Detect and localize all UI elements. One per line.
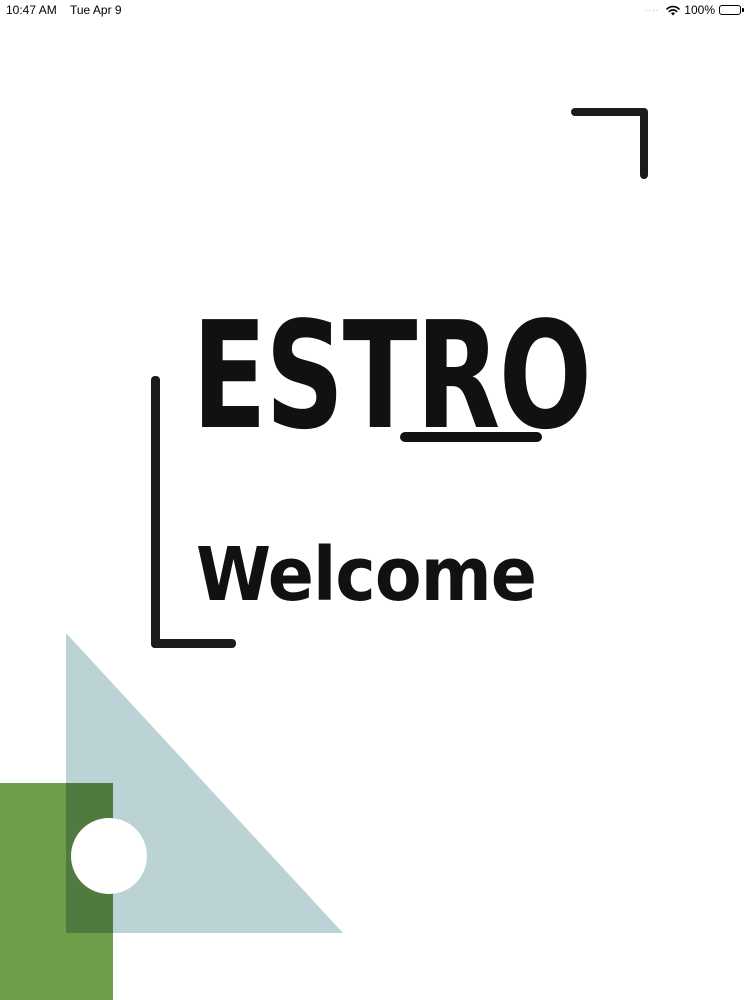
decor-overlap	[66, 783, 113, 933]
status-time: 10:47 AM	[6, 3, 57, 17]
battery-icon	[719, 5, 741, 15]
wifi-icon	[666, 5, 681, 15]
logo-underline	[400, 432, 542, 442]
welcome-heading: Welcome	[196, 532, 537, 618]
decor-triangle	[66, 633, 343, 933]
battery-cap	[742, 8, 744, 12]
status-bar: 10:47 AM Tue Apr 9 ···· 100%	[0, 0, 750, 20]
splash-screen: 10:47 AM Tue Apr 9 ···· 100% ESTRO Welco…	[0, 0, 750, 1000]
status-date: Tue Apr 9	[70, 3, 122, 17]
decor-circle	[71, 818, 147, 894]
status-indicators: ···· 100%	[645, 3, 744, 17]
decor-green-square	[0, 783, 113, 1000]
signal-dots-icon: ····	[644, 5, 660, 15]
top-right-corner-bracket	[571, 108, 648, 179]
estro-logo: ESTRO	[192, 290, 592, 462]
battery-percent: 100%	[684, 3, 715, 17]
left-bracket-bottom	[151, 639, 236, 648]
